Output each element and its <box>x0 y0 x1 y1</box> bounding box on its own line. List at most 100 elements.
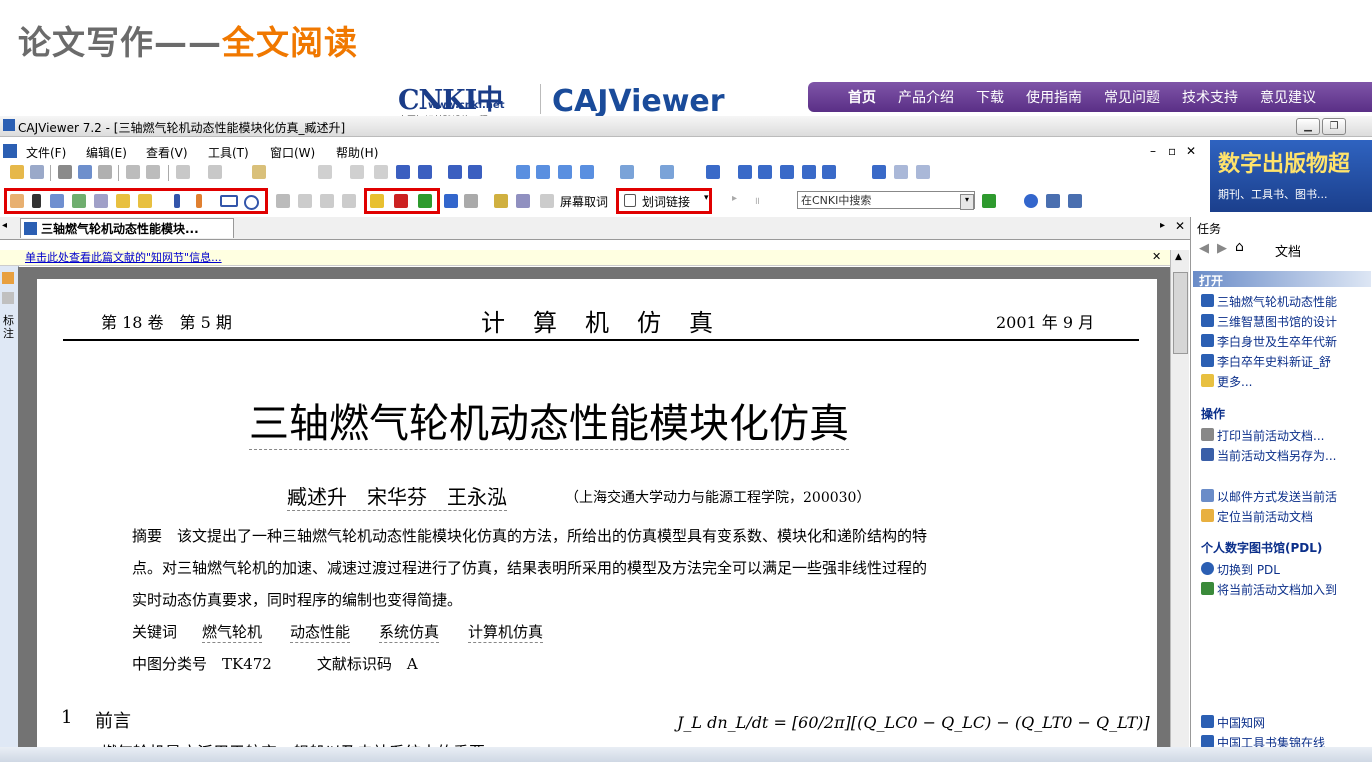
page-setup-icon[interactable] <box>98 165 112 179</box>
underline-icon[interactable] <box>418 194 432 208</box>
menu-help[interactable]: 帮助(H) <box>336 144 378 161</box>
next-page-icon[interactable] <box>396 165 410 179</box>
minimize-button[interactable]: ▁ <box>1296 118 1320 135</box>
annotation-tab-label[interactable]: 标注 <box>3 314 15 340</box>
continuous-icon[interactable] <box>536 165 550 179</box>
locate-doc-link[interactable]: 定位当前活动文档 <box>1217 508 1313 525</box>
highlighter-icon[interactable] <box>196 194 202 208</box>
find-prev-icon[interactable] <box>894 165 908 179</box>
more-docs-link[interactable]: 更多... <box>1217 373 1252 390</box>
hand-tool-icon[interactable] <box>10 194 24 208</box>
task-back-icon[interactable]: ◀ <box>1199 241 1209 256</box>
menu-edit[interactable]: 编辑(E) <box>86 144 127 161</box>
image-select-icon[interactable] <box>72 194 86 208</box>
nav-home[interactable]: 首页 <box>848 87 876 107</box>
rectangle-icon[interactable] <box>220 195 238 207</box>
menu-view[interactable]: 查看(V) <box>146 144 188 161</box>
send-mail-link[interactable]: 以邮件方式发送当前活 <box>1217 488 1337 505</box>
rotate-icon[interactable] <box>620 165 634 179</box>
maximize-button[interactable]: ❐ <box>1322 118 1346 135</box>
ad-banner[interactable]: 数字出版物超 期刊、工具书、图书... <box>1210 140 1372 212</box>
screen-cancel-icon[interactable] <box>540 194 554 208</box>
menu-tools[interactable]: 工具(T) <box>208 144 249 161</box>
cnki-link[interactable]: 中国知网 <box>1217 714 1265 731</box>
recent-doc-1[interactable]: 三轴燃气轮机动态性能 <box>1217 293 1337 310</box>
menu-window[interactable]: 窗口(W) <box>270 144 315 161</box>
mdi-close-icon[interactable]: ✕ <box>1186 144 1196 158</box>
book-icon[interactable] <box>624 194 636 207</box>
settings-gear-icon[interactable] <box>320 194 334 208</box>
text-select-icon[interactable] <box>50 194 64 208</box>
print-preview-icon[interactable] <box>78 165 92 179</box>
prev-page-icon[interactable] <box>350 165 364 179</box>
word-link-label[interactable]: 划词链接 <box>642 193 690 210</box>
screen-word-icon[interactable] <box>516 194 530 208</box>
last-page-icon[interactable] <box>418 165 432 179</box>
single-page-icon[interactable] <box>516 165 530 179</box>
forward-icon[interactable] <box>468 165 482 179</box>
prev-icon[interactable] <box>374 165 388 179</box>
nav-download[interactable]: 下载 <box>976 87 1004 107</box>
print-icon[interactable] <box>58 165 72 179</box>
word-link-dropdown-icon[interactable]: ▾ <box>704 193 709 203</box>
recent-doc-4[interactable]: 李白卒年史料新证_舒 <box>1217 353 1331 370</box>
scroll-up-icon[interactable]: ▲ <box>1175 252 1182 262</box>
task-home-icon[interactable]: ⌂ <box>1235 239 1244 255</box>
tab-scroll-left-icon[interactable]: ◂ <box>2 220 7 231</box>
print-doc-link[interactable]: 打印当前活动文档... <box>1217 427 1324 444</box>
fit-width-icon[interactable] <box>780 165 794 179</box>
save-as-link[interactable]: 当前活动文档另存为... <box>1217 447 1336 464</box>
nav-feedback[interactable]: 意见建议 <box>1260 87 1316 107</box>
paste-icon[interactable] <box>146 165 160 179</box>
nav-guide[interactable]: 使用指南 <box>1026 87 1082 107</box>
vertical-scrollbar[interactable]: ▲ <box>1170 250 1189 762</box>
snapshot-icon[interactable] <box>116 194 130 208</box>
task-forward-icon[interactable]: ▶ <box>1217 241 1227 256</box>
play-icon[interactable]: ▸ <box>732 193 737 204</box>
help-icon[interactable] <box>1024 194 1038 208</box>
tab-document[interactable]: 三轴燃气轮机动态性能模块... <box>20 218 234 238</box>
note-icon[interactable] <box>138 194 152 208</box>
actual-size-icon[interactable] <box>738 165 752 179</box>
music-icon[interactable] <box>342 194 356 208</box>
search-text-icon[interactable] <box>464 194 478 208</box>
tab-scroll-right-icon[interactable]: ▸ <box>1160 220 1165 231</box>
text-highlight-icon[interactable] <box>370 194 384 208</box>
pause-icon[interactable]: ॥ <box>754 193 760 207</box>
update-icon[interactable] <box>1068 194 1082 208</box>
strikeout-icon[interactable] <box>394 194 408 208</box>
screen-word-label[interactable]: 屏幕取词 <box>560 193 608 210</box>
continuous-facing-icon[interactable] <box>580 165 594 179</box>
ocr-icon[interactable] <box>94 194 108 208</box>
zoom-out-icon[interactable] <box>802 165 816 179</box>
stamp-icon[interactable] <box>298 194 312 208</box>
copy-icon[interactable] <box>126 165 140 179</box>
nav-support[interactable]: 技术支持 <box>1182 87 1238 107</box>
cnki-search-input[interactable]: 在CNKI中搜索 <box>797 191 975 209</box>
about-icon[interactable] <box>1046 194 1060 208</box>
recent-doc-3[interactable]: 李白身世及生卒年代新 <box>1217 333 1337 350</box>
find-next-icon[interactable] <box>916 165 930 179</box>
facing-icon[interactable] <box>558 165 572 179</box>
properties-icon[interactable] <box>252 165 266 179</box>
eraser-icon[interactable] <box>276 194 290 208</box>
back-icon[interactable] <box>448 165 462 179</box>
select-arrow-icon[interactable] <box>32 194 41 208</box>
undo-icon[interactable] <box>176 165 190 179</box>
zoom-in-icon[interactable] <box>822 165 836 179</box>
redo-icon[interactable] <box>208 165 222 179</box>
info-bar-link[interactable]: 单击此处查看此篇文献的"知网节"信息... <box>0 250 1170 266</box>
mdi-restore-icon[interactable]: ▫ <box>1168 144 1176 158</box>
page-mark-icon[interactable] <box>494 194 508 208</box>
recent-doc-2[interactable]: 三维智慧图书馆的设计 <box>1217 313 1337 330</box>
fit-page-icon[interactable] <box>758 165 772 179</box>
anchor-icon[interactable] <box>444 194 458 208</box>
first-page-icon[interactable] <box>318 165 332 179</box>
info-bar-close-icon[interactable]: ✕ <box>1152 250 1161 263</box>
nav-faq[interactable]: 常见问题 <box>1104 87 1160 107</box>
search-scope-dropdown[interactable]: ▾ <box>960 194 974 210</box>
search-go-icon[interactable] <box>982 194 996 208</box>
open-icon[interactable] <box>10 165 24 179</box>
ellipse-icon[interactable] <box>244 195 259 210</box>
mdi-minimize-icon[interactable]: – <box>1150 144 1156 158</box>
